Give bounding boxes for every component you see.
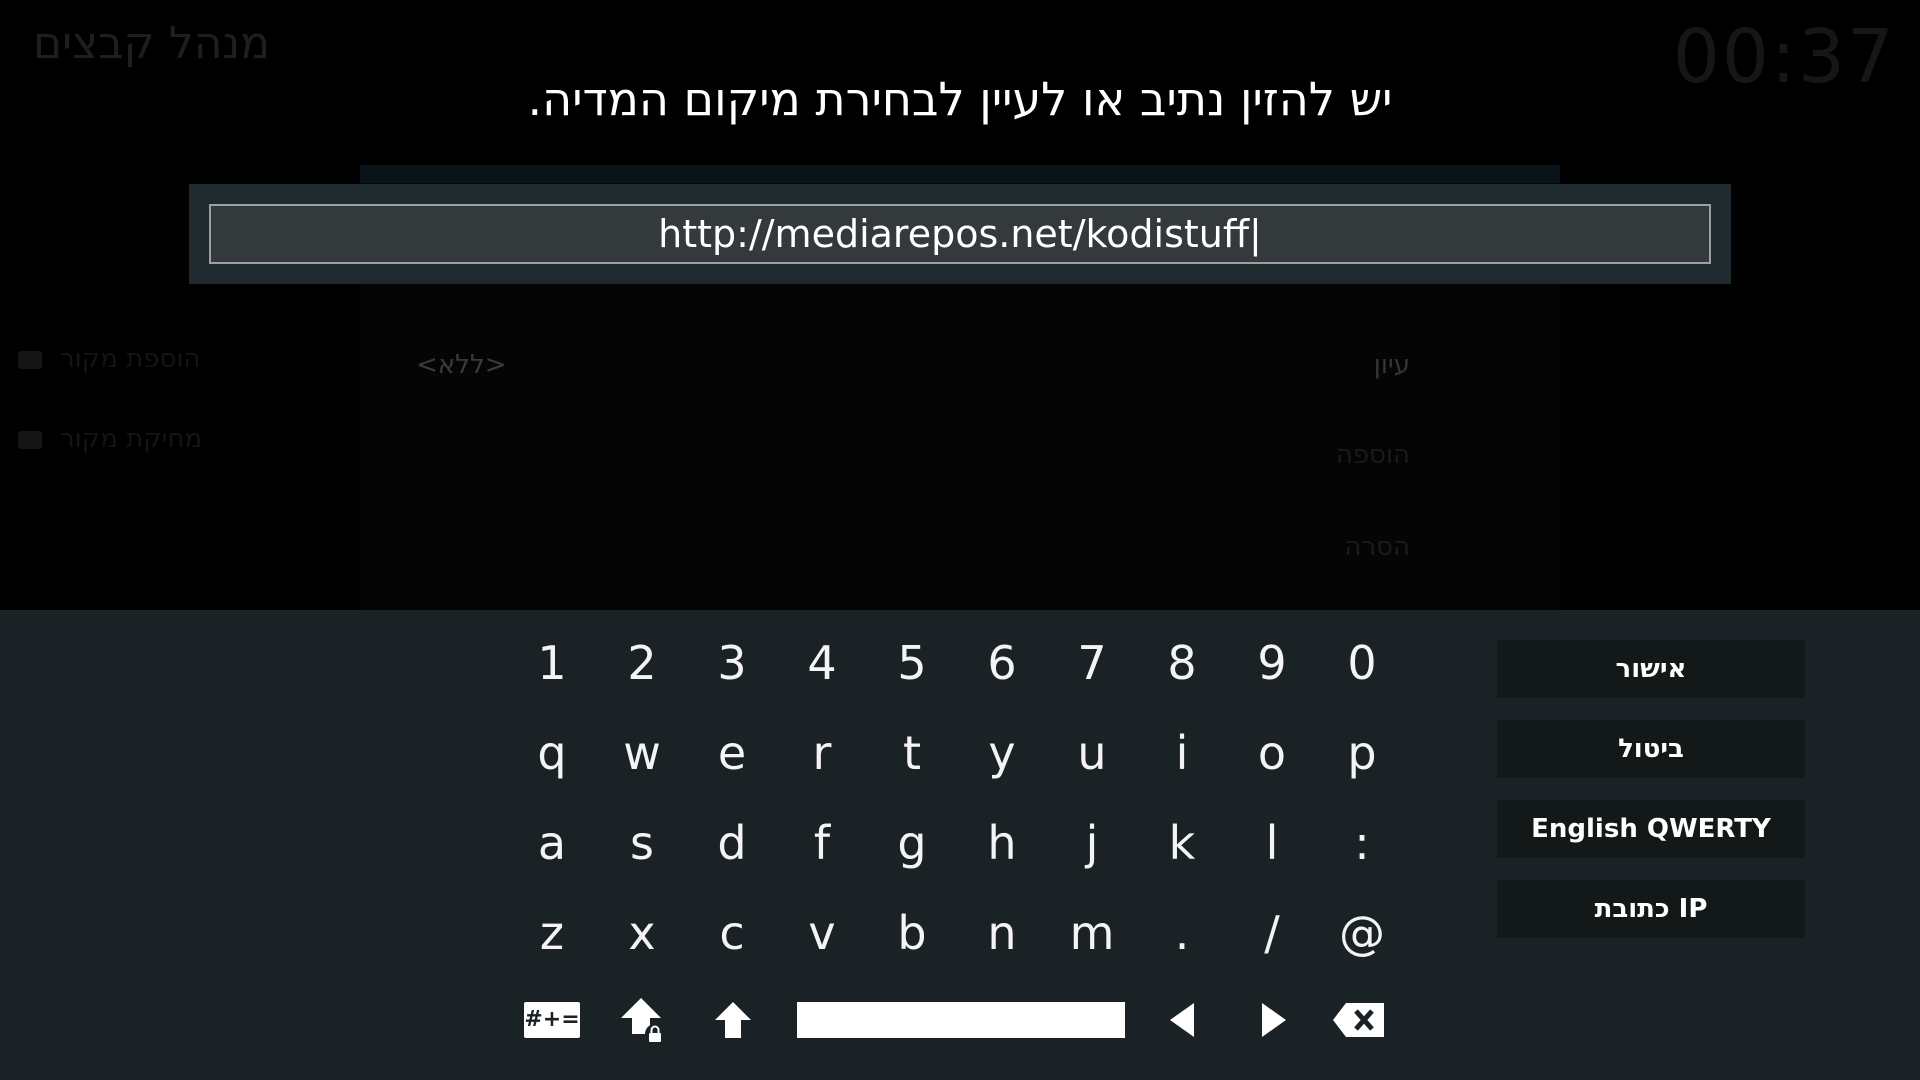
key[interactable]: n <box>962 898 1042 968</box>
key[interactable]: d <box>692 808 772 878</box>
remove-button: הסרה <box>1344 532 1410 562</box>
key[interactable]: v <box>782 898 862 968</box>
key[interactable]: a <box>512 808 592 878</box>
caps-lock-key[interactable] <box>618 998 668 1044</box>
browse-button: עיון <box>1373 350 1410 380</box>
key[interactable]: l <box>1232 808 1312 878</box>
key[interactable]: w <box>602 718 682 788</box>
key[interactable]: e <box>692 718 772 788</box>
key[interactable]: q <box>512 718 592 788</box>
sidebar-item-label: מחיקת מקור <box>60 424 203 454</box>
key[interactable]: 6 <box>962 628 1042 698</box>
key[interactable]: z <box>512 898 592 968</box>
key[interactable]: s <box>602 808 682 878</box>
sidebar-item-label: הוספת מקור <box>60 344 201 374</box>
path-none-value: <ללא> <box>416 350 507 380</box>
key[interactable]: t <box>872 718 952 788</box>
keyboard-layout-button[interactable]: English QWERTY <box>1497 800 1805 858</box>
dialog-header-strip <box>360 165 1560 183</box>
key[interactable]: i <box>1142 718 1222 788</box>
key[interactable]: @ <box>1322 898 1402 968</box>
key[interactable]: b <box>872 898 952 968</box>
key[interactable]: g <box>872 808 952 878</box>
key[interactable]: 4 <box>782 628 862 698</box>
caps-lock-icon <box>621 998 665 1044</box>
folder-icon <box>18 350 42 369</box>
sidebar-item-remove-source: מחיקת מקור <box>18 424 202 454</box>
key[interactable]: u <box>1052 718 1132 788</box>
key[interactable]: : <box>1322 808 1402 878</box>
symbols-key-label: #+= <box>524 1002 580 1038</box>
key[interactable]: p <box>1322 718 1402 788</box>
key[interactable]: 7 <box>1052 628 1132 698</box>
key[interactable]: x <box>602 898 682 968</box>
key[interactable]: c <box>692 898 772 968</box>
key[interactable]: m <box>1052 898 1132 968</box>
key[interactable]: o <box>1232 718 1312 788</box>
arrow-right-icon <box>1262 1003 1286 1037</box>
ok-button[interactable]: אישור <box>1497 640 1805 698</box>
add-button: הוספה <box>1335 440 1410 470</box>
ip-address-button[interactable]: כתובת IP <box>1497 880 1805 938</box>
input-panel: http://mediarepos.net/kodistuff| <box>189 184 1731 284</box>
sidebar-item-add-source: הוספת מקור <box>18 344 200 374</box>
key[interactable]: / <box>1232 898 1312 968</box>
arrow-left-icon <box>1170 1003 1194 1037</box>
backspace-key[interactable] <box>1332 1000 1386 1040</box>
key[interactable]: 1 <box>512 628 592 698</box>
symbols-key[interactable]: #+= <box>523 1000 581 1040</box>
key[interactable]: 9 <box>1232 628 1312 698</box>
cancel-button[interactable]: ביטול <box>1497 720 1805 778</box>
folder-icon <box>18 430 42 449</box>
key[interactable]: f <box>782 808 862 878</box>
key[interactable]: j <box>1052 808 1132 878</box>
key[interactable]: y <box>962 718 1042 788</box>
key[interactable]: k <box>1142 808 1222 878</box>
prompt-heading: יש להזין נתיב או לעיין לבחירת מיקום המדי… <box>527 72 1393 126</box>
shift-icon <box>715 1002 751 1038</box>
key[interactable]: . <box>1142 898 1222 968</box>
path-input[interactable]: http://mediarepos.net/kodistuff| <box>209 204 1711 264</box>
key[interactable]: r <box>782 718 862 788</box>
key[interactable]: 3 <box>692 628 772 698</box>
key[interactable]: 2 <box>602 628 682 698</box>
window-title: מנהל קבצים <box>32 18 270 69</box>
cursor-left-key[interactable] <box>1164 1000 1200 1040</box>
key[interactable]: h <box>962 808 1042 878</box>
backspace-icon <box>1333 1003 1384 1037</box>
cursor-right-key[interactable] <box>1256 1000 1292 1040</box>
key[interactable]: 5 <box>872 628 952 698</box>
shift-key[interactable] <box>709 1000 757 1040</box>
key[interactable]: 8 <box>1142 628 1222 698</box>
space-key[interactable] <box>797 1002 1125 1038</box>
key[interactable]: 0 <box>1322 628 1402 698</box>
